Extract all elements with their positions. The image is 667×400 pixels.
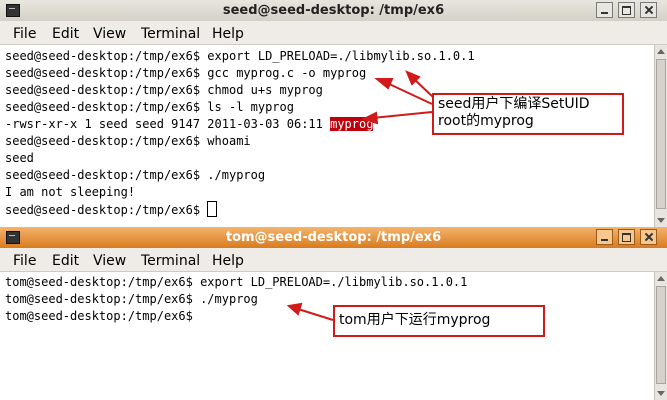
annotation-arrows <box>286 70 434 321</box>
arrow-to-chmod <box>386 82 433 105</box>
arrowhead-run <box>286 302 303 316</box>
arrowhead-myprog <box>361 111 379 125</box>
arrow-to-myprog <box>371 111 433 119</box>
tom-annotation-box: tom用户下运行myprog <box>333 305 545 337</box>
arrowhead-chmod <box>374 78 394 90</box>
seed-annotation-box: seed用户下编译SetUID root的myprog <box>432 93 624 135</box>
arrow-to-gcc <box>413 78 434 98</box>
arrow-to-run <box>297 308 334 321</box>
